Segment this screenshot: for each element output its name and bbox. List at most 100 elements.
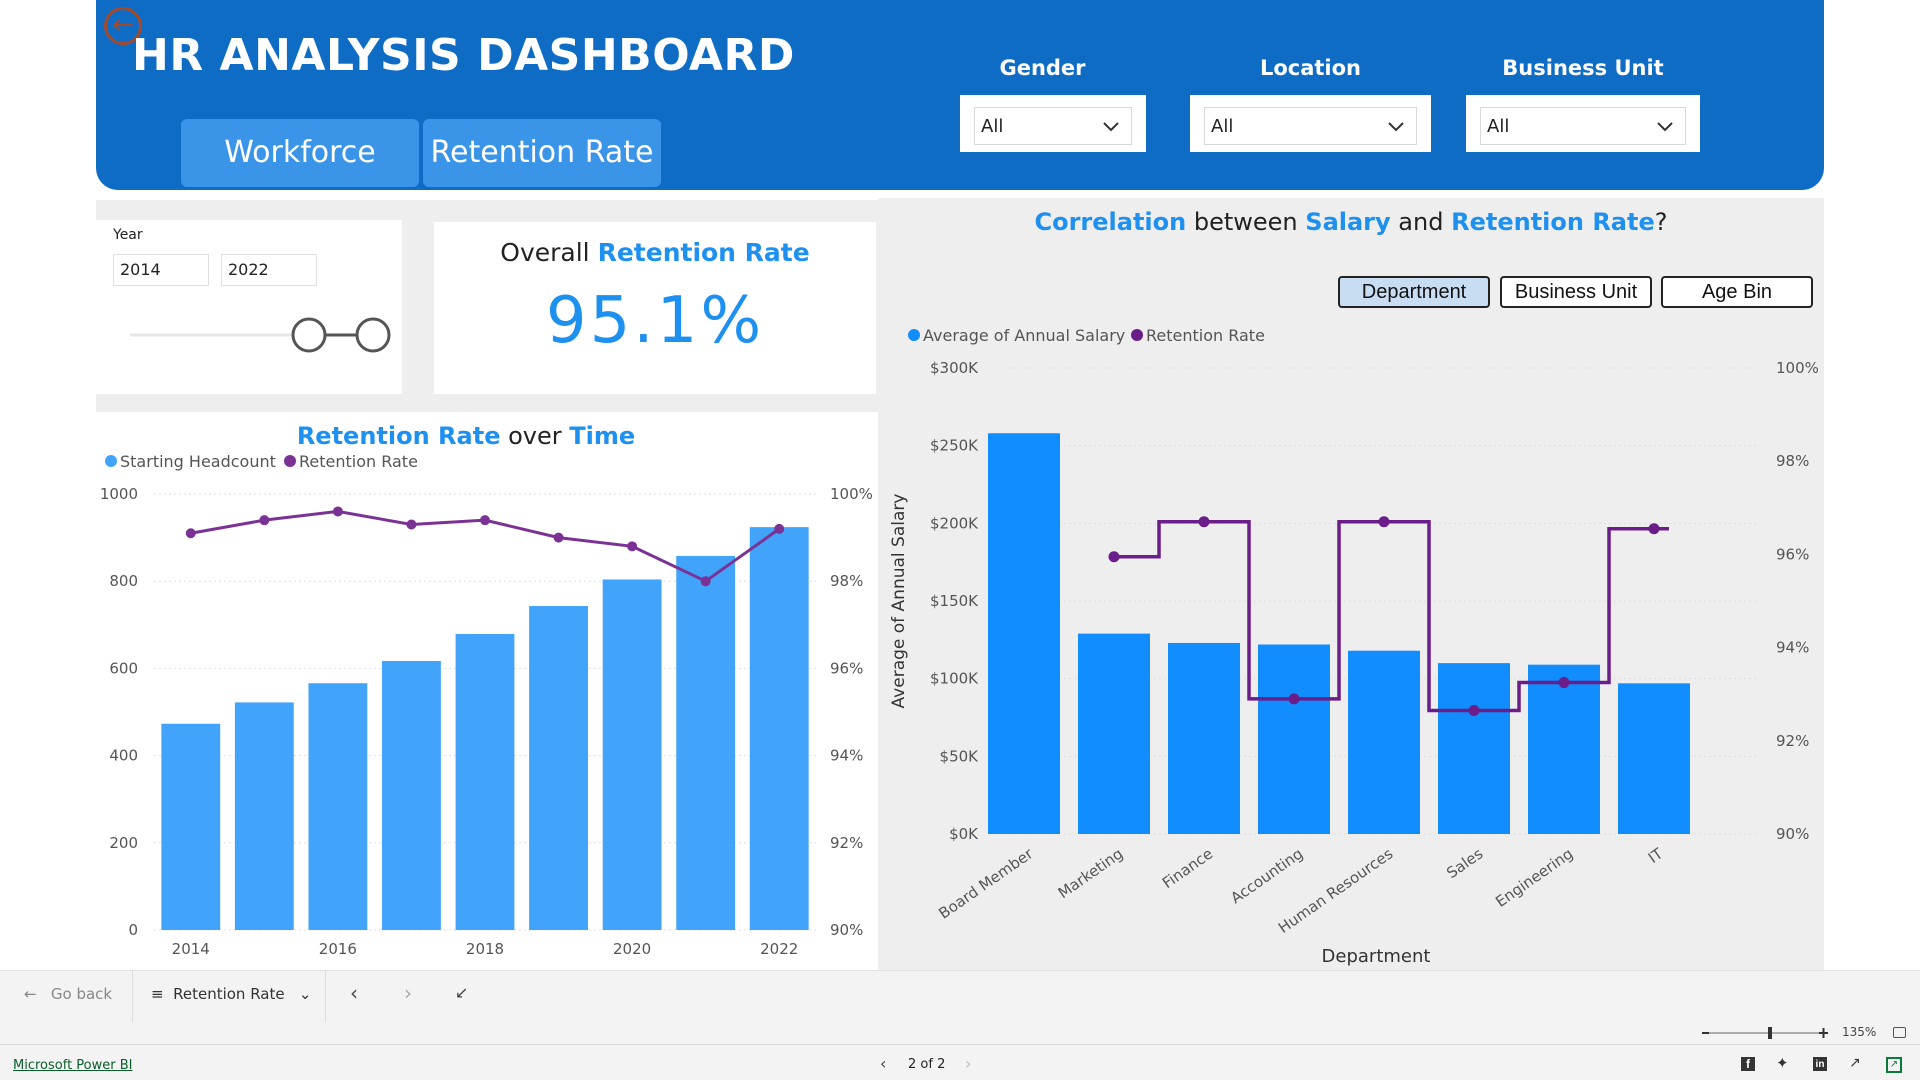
bar-salary-board-member xyxy=(988,433,1060,834)
bar-headcount-2015 xyxy=(234,702,294,930)
go-back-label: Go back xyxy=(50,985,113,1003)
legend-label-retention: Retention Rate xyxy=(299,452,418,471)
tab-workforce[interactable]: Workforce xyxy=(181,119,419,187)
retention-point-2018 xyxy=(480,515,490,526)
filter-location[interactable]: All xyxy=(1190,95,1431,152)
retention-point-2022 xyxy=(774,523,785,534)
retention-point-human-resources xyxy=(1378,516,1390,528)
fit-to-page-icon[interactable] xyxy=(1893,1027,1906,1038)
y-tick-label: 0 xyxy=(128,921,138,939)
kpi-title-prefix: Overall xyxy=(500,238,598,267)
bar-headcount-2022 xyxy=(749,527,809,930)
salary-chart: Average of Annual Salary Retention Rate $0… xyxy=(889,326,1819,967)
divider xyxy=(132,971,133,1023)
kpi-title: Overall Retention Rate xyxy=(434,238,876,267)
chevron-down-icon: ⌄ xyxy=(284,985,312,1003)
bar-salary-engineering xyxy=(1528,664,1600,834)
y-axis-title: Average of Annual Salary xyxy=(889,494,909,709)
toggle-age-bin-button[interactable]: Age Bin xyxy=(1661,276,1813,308)
tab-retention-rate[interactable]: Retention Rate xyxy=(423,119,661,187)
time-chart-title-b: over xyxy=(500,422,570,450)
y-tick-label: $0K xyxy=(949,825,979,843)
y2-tick-label: 90% xyxy=(830,921,863,939)
y2-tick-label: 98% xyxy=(830,572,863,590)
y2-tick-label: 100% xyxy=(1776,359,1819,377)
y-tick-label: $50K xyxy=(940,747,980,765)
zoom-level: 135% xyxy=(1842,1025,1877,1039)
year-range-slider[interactable] xyxy=(96,300,402,360)
retention-point-marketing xyxy=(1108,551,1120,563)
toggle-department-button[interactable]: Department xyxy=(1338,276,1490,308)
year-from-input[interactable]: 2014 xyxy=(113,254,209,286)
next-page-footer-icon[interactable]: › xyxy=(965,1054,971,1073)
report-nav-bar: ← Go back ≡ Retention Rate ⌄ ‹ › ↙ xyxy=(0,970,1920,1023)
salary-title-and: and xyxy=(1390,208,1452,236)
salary-title-between: between xyxy=(1186,208,1306,236)
retention-point-2014 xyxy=(185,528,196,539)
y-tick-label: $150K xyxy=(930,592,979,610)
legend-label-headcount: Starting Headcount xyxy=(120,452,276,471)
x-tick-label: Accounting xyxy=(1227,845,1306,908)
linkedin-icon[interactable]: in xyxy=(1813,1057,1827,1071)
fullscreen-icon[interactable]: ↗ xyxy=(1886,1057,1902,1073)
legend-label-retention: Retention Rate xyxy=(1146,326,1265,345)
y2-tick-label: 92% xyxy=(830,834,863,852)
y-tick-label: $100K xyxy=(930,670,979,688)
legend-marker-retention xyxy=(284,455,296,467)
salary-title-salary: Salary xyxy=(1305,208,1391,236)
share-icon[interactable]: ↗ xyxy=(1849,1055,1861,1071)
menu-icon: ≡ xyxy=(151,985,174,1003)
kpi-title-highlight: Retention Rate xyxy=(597,238,810,267)
zoom-slider[interactable] xyxy=(1700,1024,1830,1042)
retention-point-it xyxy=(1648,523,1660,535)
collapse-icon[interactable]: ↙ xyxy=(455,983,468,1002)
toggle-business-unit-button[interactable]: Business Unit xyxy=(1500,276,1652,308)
year-to-input[interactable]: 2022 xyxy=(221,254,317,286)
time-chart-title: Retention Rate over Time xyxy=(96,422,836,450)
y-tick-label: 600 xyxy=(109,659,138,677)
chevron-down-icon xyxy=(1103,122,1119,132)
bar-headcount-2021 xyxy=(676,555,736,930)
page-selector-label: Retention Rate xyxy=(173,985,285,1003)
zoom-bar: 135% xyxy=(0,1022,1920,1044)
bar-headcount-2017 xyxy=(382,660,441,930)
filter-gender-label: Gender xyxy=(999,56,1086,80)
salary-title-question: ? xyxy=(1654,208,1668,236)
footer-bar: Microsoft Power BI ‹ 2 of 2 › f ✦ in ↗ ↗ xyxy=(0,1044,1920,1080)
prev-page-footer-icon[interactable]: ‹ xyxy=(880,1054,886,1073)
y2-tick-label: 98% xyxy=(1776,452,1809,470)
go-back-button[interactable]: ← Go back xyxy=(24,985,112,1003)
retention-point-2016 xyxy=(332,506,343,517)
retention-point-2021 xyxy=(700,576,711,587)
retention-point-2015 xyxy=(259,515,270,526)
x-tick-label: Marketing xyxy=(1055,845,1127,903)
x-tick-label: Sales xyxy=(1443,844,1486,882)
x-tick-label: IT xyxy=(1645,844,1667,867)
twitter-icon[interactable]: ✦ xyxy=(1776,1054,1789,1072)
legend-marker-retention xyxy=(1131,329,1143,341)
power-bi-link[interactable]: Microsoft Power BI xyxy=(13,1058,132,1073)
legend-marker-salary xyxy=(908,329,920,341)
chevron-down-icon xyxy=(1388,122,1404,132)
time-chart-title-a: Retention Rate xyxy=(296,422,501,450)
y-tick-label: $200K xyxy=(930,514,979,532)
kpi-card: Overall Retention Rate 95.1% xyxy=(434,222,876,394)
bar-salary-human-resources xyxy=(1348,650,1420,834)
y2-tick-label: 96% xyxy=(830,659,863,677)
filter-business-unit[interactable]: All xyxy=(1466,95,1700,152)
previous-page-icon[interactable]: ‹ xyxy=(350,981,358,1005)
y-tick-label: 200 xyxy=(109,834,138,852)
filter-gender[interactable]: All xyxy=(960,95,1146,152)
retention-point-engineering xyxy=(1558,677,1570,689)
y2-tick-label: 94% xyxy=(830,747,863,765)
page-indicator: 2 of 2 xyxy=(908,1057,946,1072)
y-tick-label: 1000 xyxy=(100,485,138,503)
arrow-left-icon: ← xyxy=(24,985,51,1003)
page-selector[interactable]: ≡ Retention Rate ⌄ xyxy=(151,985,311,1003)
next-page-icon[interactable]: › xyxy=(404,981,412,1005)
bar-headcount-2014 xyxy=(161,723,221,930)
bar-salary-accounting xyxy=(1258,644,1330,834)
facebook-icon[interactable]: f xyxy=(1741,1057,1755,1071)
divider xyxy=(325,971,326,1023)
y-tick-label: 800 xyxy=(109,572,138,590)
